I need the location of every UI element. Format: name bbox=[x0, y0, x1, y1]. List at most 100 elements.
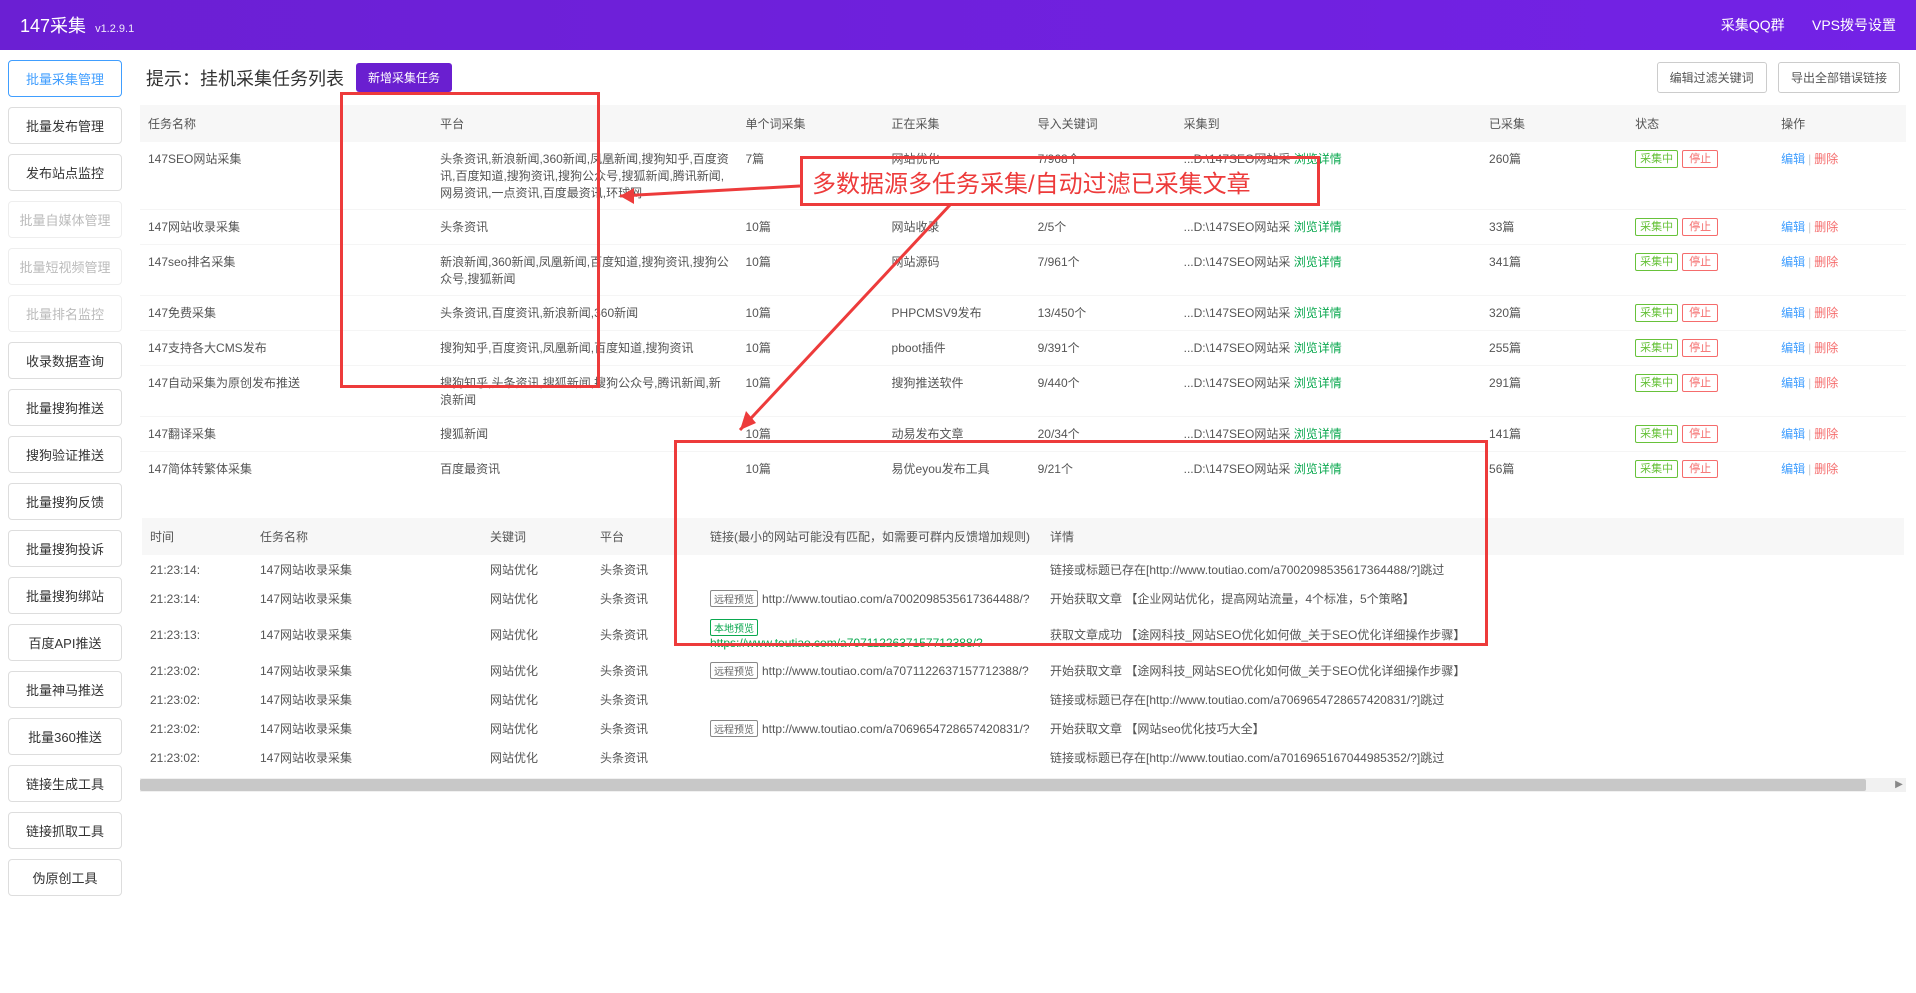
sidebar-item-9[interactable]: 批量搜狗反馈 bbox=[8, 483, 122, 520]
delete-link[interactable]: 删除 bbox=[1814, 341, 1838, 355]
sidebar-item-3: 批量自媒体管理 bbox=[8, 201, 122, 238]
delete-link[interactable]: 删除 bbox=[1814, 376, 1838, 390]
scroll-thumb[interactable] bbox=[140, 779, 1866, 791]
sidebar-item-2[interactable]: 发布站点监控 bbox=[8, 154, 122, 191]
task-single: 10篇 bbox=[738, 296, 884, 331]
col-ops: 操作 bbox=[1773, 105, 1906, 142]
export-error-links-button[interactable]: 导出全部错误链接 bbox=[1778, 62, 1900, 93]
task-to: ...D:\147SEO网站采 浏览详情 bbox=[1176, 210, 1481, 245]
log-link[interactable]: http://www.toutiao.com/a7002098535617364… bbox=[762, 592, 1030, 606]
task-import: 9/391个 bbox=[1030, 331, 1176, 366]
scroll-right-icon[interactable]: ▶ bbox=[1892, 778, 1906, 792]
main-area: 提示：挂机采集任务列表 新增采集任务 编辑过滤关键词 导出全部错误链接 多数据源… bbox=[130, 50, 1916, 916]
sidebar-item-16[interactable]: 链接抓取工具 bbox=[8, 812, 122, 849]
status-running-badge: 采集中 bbox=[1635, 425, 1678, 443]
stop-button[interactable]: 停止 bbox=[1682, 374, 1718, 392]
view-detail-link[interactable]: 浏览详情 bbox=[1294, 255, 1342, 269]
lcol-detail: 详情 bbox=[1042, 518, 1904, 555]
app-name: 147采集 bbox=[20, 16, 86, 36]
view-detail-link[interactable]: 浏览详情 bbox=[1294, 220, 1342, 234]
remote-preview-tag[interactable]: 远程预览 bbox=[710, 590, 758, 607]
task-to: ...D:\147SEO网站采 浏览详情 bbox=[1176, 452, 1481, 487]
view-detail-link[interactable]: 浏览详情 bbox=[1294, 462, 1342, 476]
log-link[interactable]: http://www.toutiao.com/a7069654728657420… bbox=[762, 722, 1030, 736]
sidebar-item-0[interactable]: 批量采集管理 bbox=[8, 60, 122, 97]
edit-link[interactable]: 编辑 bbox=[1781, 152, 1805, 166]
task-single: 10篇 bbox=[738, 245, 884, 296]
stop-button[interactable]: 停止 bbox=[1682, 253, 1718, 271]
delete-link[interactable]: 删除 bbox=[1814, 427, 1838, 441]
edit-link[interactable]: 编辑 bbox=[1781, 341, 1805, 355]
stop-button[interactable]: 停止 bbox=[1682, 425, 1718, 443]
sidebar-item-1[interactable]: 批量发布管理 bbox=[8, 107, 122, 144]
col-task-name: 任务名称 bbox=[140, 105, 432, 142]
log-scrollbar[interactable]: ◀ ▶ bbox=[140, 778, 1906, 792]
stop-button[interactable]: 停止 bbox=[1682, 304, 1718, 322]
task-platform: 百度最资讯 bbox=[432, 452, 737, 487]
delete-link[interactable]: 删除 bbox=[1814, 462, 1838, 476]
log-task: 147网站收录采集 bbox=[252, 555, 482, 584]
task-single: 10篇 bbox=[738, 366, 884, 417]
log-link-cell bbox=[702, 743, 1042, 772]
task-name: 147SEO网站采集 bbox=[140, 142, 432, 210]
edit-link[interactable]: 编辑 bbox=[1781, 255, 1805, 269]
view-detail-link[interactable]: 浏览详情 bbox=[1294, 341, 1342, 355]
edit-link[interactable]: 编辑 bbox=[1781, 376, 1805, 390]
log-link[interactable]: https://www.toutiao.com/a707112263715771… bbox=[710, 636, 983, 650]
sidebar-item-11[interactable]: 批量搜狗绑站 bbox=[8, 577, 122, 614]
sidebar-item-17[interactable]: 伪原创工具 bbox=[8, 859, 122, 896]
log-platform: 头条资讯 bbox=[592, 714, 702, 743]
task-done: 141篇 bbox=[1481, 417, 1627, 452]
edit-link[interactable]: 编辑 bbox=[1781, 220, 1805, 234]
vps-dial-link[interactable]: VPS拨号设置 bbox=[1812, 17, 1896, 33]
delete-link[interactable]: 删除 bbox=[1814, 306, 1838, 320]
task-import: 2/5个 bbox=[1030, 210, 1176, 245]
edit-filter-keywords-button[interactable]: 编辑过滤关键词 bbox=[1657, 62, 1767, 93]
remote-preview-tag[interactable]: 远程预览 bbox=[710, 662, 758, 679]
task-name: 147seo排名采集 bbox=[140, 245, 432, 296]
log-time: 21:23:02: bbox=[142, 743, 252, 772]
sidebar-item-14[interactable]: 批量360推送 bbox=[8, 718, 122, 755]
sidebar-item-7[interactable]: 批量搜狗推送 bbox=[8, 389, 122, 426]
edit-link[interactable]: 编辑 bbox=[1781, 306, 1805, 320]
delete-link[interactable]: 删除 bbox=[1814, 152, 1838, 166]
sidebar-item-12[interactable]: 百度API推送 bbox=[8, 624, 122, 661]
col-single: 单个词采集 bbox=[738, 105, 884, 142]
task-ops: 编辑|删除 bbox=[1773, 142, 1906, 210]
task-import: 20/34个 bbox=[1030, 417, 1176, 452]
qq-group-link[interactable]: 采集QQ群 bbox=[1721, 17, 1785, 33]
log-link[interactable]: http://www.toutiao.com/a7071122637157712… bbox=[762, 664, 1029, 678]
log-detail: 链接或标题已存在[http://www.toutiao.com/a7069654… bbox=[1042, 685, 1904, 714]
edit-link[interactable]: 编辑 bbox=[1781, 427, 1805, 441]
sidebar-item-8[interactable]: 搜狗验证推送 bbox=[8, 436, 122, 473]
stop-button[interactable]: 停止 bbox=[1682, 150, 1718, 168]
lcol-time: 时间 bbox=[142, 518, 252, 555]
delete-link[interactable]: 删除 bbox=[1814, 220, 1838, 234]
view-detail-link[interactable]: 浏览详情 bbox=[1294, 306, 1342, 320]
new-task-button[interactable]: 新增采集任务 bbox=[356, 63, 452, 92]
task-done: 255篇 bbox=[1481, 331, 1627, 366]
sidebar-item-13[interactable]: 批量神马推送 bbox=[8, 671, 122, 708]
log-task: 147网站收录采集 bbox=[252, 613, 482, 656]
view-detail-link[interactable]: 浏览详情 bbox=[1294, 427, 1342, 441]
delete-link[interactable]: 删除 bbox=[1814, 255, 1838, 269]
task-import: 9/21个 bbox=[1030, 452, 1176, 487]
task-done: 260篇 bbox=[1481, 142, 1627, 210]
log-row: 21:23:02:147网站收录采集网站优化头条资讯远程预览http://www… bbox=[142, 656, 1904, 685]
local-preview-tag[interactable]: 本地预览 bbox=[710, 619, 758, 636]
log-detail: 开始获取文章 【途网科技_网站SEO优化如何做_关于SEO优化详细操作步骤】 bbox=[1042, 656, 1904, 685]
remote-preview-tag[interactable]: 远程预览 bbox=[710, 720, 758, 737]
log-platform: 头条资讯 bbox=[592, 613, 702, 656]
sidebar-item-10[interactable]: 批量搜狗投诉 bbox=[8, 530, 122, 567]
view-detail-link[interactable]: 浏览详情 bbox=[1294, 152, 1342, 166]
sidebar-item-15[interactable]: 链接生成工具 bbox=[8, 765, 122, 802]
log-detail: 链接或标题已存在[http://www.toutiao.com/a7002098… bbox=[1042, 555, 1904, 584]
sidebar-item-6[interactable]: 收录数据查询 bbox=[8, 342, 122, 379]
stop-button[interactable]: 停止 bbox=[1682, 460, 1718, 478]
stop-button[interactable]: 停止 bbox=[1682, 339, 1718, 357]
stop-button[interactable]: 停止 bbox=[1682, 218, 1718, 236]
topbar: 147采集 v1.2.9.1 采集QQ群 VPS拨号设置 bbox=[0, 0, 1916, 50]
edit-link[interactable]: 编辑 bbox=[1781, 462, 1805, 476]
view-detail-link[interactable]: 浏览详情 bbox=[1294, 376, 1342, 390]
task-now: 搜狗推送软件 bbox=[884, 366, 1030, 417]
